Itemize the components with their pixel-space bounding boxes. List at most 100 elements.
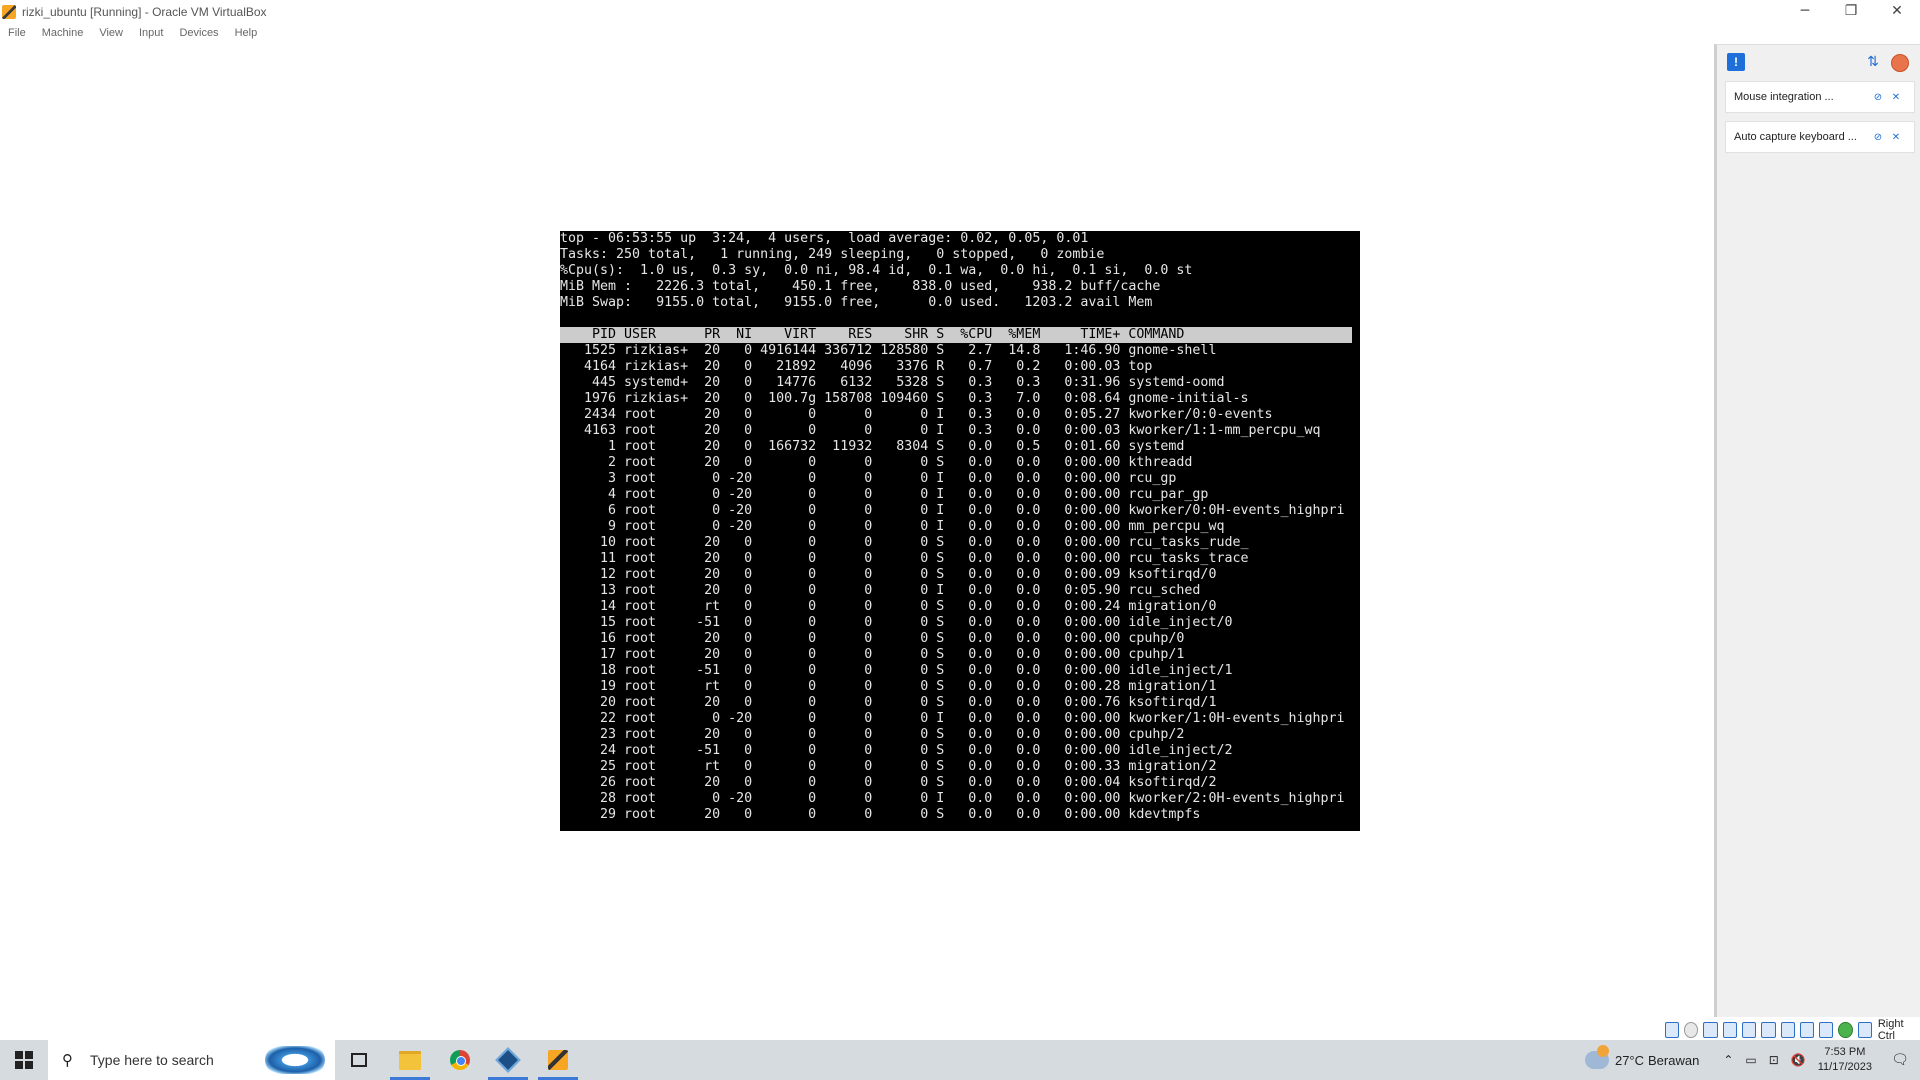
do-not-show-icon[interactable]: ⊘ (1872, 131, 1884, 143)
notification-text: Auto capture keyboard ... (1734, 131, 1857, 143)
recording-icon[interactable] (1799, 1022, 1815, 1038)
window-titlebar[interactable]: rizki_ubuntu [Running] - Oracle VM Virtu… (0, 0, 1920, 24)
search-highlight-image (265, 1046, 325, 1074)
audio-icon[interactable] (1703, 1022, 1718, 1038)
cpu-icon[interactable] (1819, 1022, 1834, 1038)
weather-description[interactable]: Berawan (1648, 1053, 1699, 1068)
search-placeholder: Type here to search (90, 1052, 214, 1068)
display-icon[interactable] (1780, 1022, 1795, 1038)
process-row: 4 root 0 -20 0 0 0 I 0.0 0.0 0:00.00 rcu… (560, 487, 1209, 502)
menu-view[interactable]: View (99, 27, 123, 39)
process-row: 17 root 20 0 0 0 0 S 0.0 0.0 0:00.00 cpu… (560, 647, 1185, 662)
notification-auto-capture-keyboard[interactable]: Auto capture keyboard ... ⊘ ✕ (1725, 121, 1915, 153)
chrome-button[interactable] (436, 1040, 484, 1080)
process-row: 12 root 20 0 0 0 0 S 0.0 0.0 0:00.09 kso… (560, 567, 1217, 582)
process-row: 10 root 20 0 0 0 0 S 0.0 0.0 0:00.00 rcu… (560, 535, 1249, 550)
minimize-button[interactable]: ─ (1782, 0, 1828, 22)
network-tray-icon[interactable]: ⊡ (1769, 1053, 1779, 1067)
menu-bar: File Machine View Input Devices Help (0, 24, 265, 42)
process-row: 445 systemd+ 20 0 14776 6132 5328 S 0.3 … (560, 375, 1225, 390)
vm-status-bar: Right Ctrl (1660, 1018, 1920, 1042)
search-icon: ⚲ (62, 1051, 73, 1069)
window-title: rizki_ubuntu [Running] - Oracle VM Virtu… (22, 5, 267, 19)
process-row: 28 root 0 -20 0 0 0 I 0.0 0.0 0:00.00 kw… (560, 791, 1345, 806)
process-row: 18 root -51 0 0 0 0 S 0.0 0.0 0:00.00 id… (560, 663, 1233, 678)
process-row: 25 root rt 0 0 0 0 S 0.0 0.0 0:00.33 mig… (560, 759, 1217, 774)
task-view-icon (351, 1053, 367, 1067)
process-row: 6 root 0 -20 0 0 0 I 0.0 0.0 0:00.00 kwo… (560, 503, 1345, 518)
process-row: 23 root 20 0 0 0 0 S 0.0 0.0 0:00.00 cpu… (560, 727, 1185, 742)
close-notification-icon[interactable]: ✕ (1890, 91, 1902, 103)
task-view-button[interactable] (335, 1040, 383, 1080)
process-row: 1 root 20 0 166732 11932 8304 S 0.0 0.5 … (560, 439, 1185, 454)
hard-disk-icon[interactable] (1664, 1022, 1680, 1038)
vm-window-button[interactable] (534, 1040, 582, 1080)
notification-center-panel: ! ⇅ Mouse integration ... ⊘ ✕ Auto captu… (1714, 44, 1920, 1017)
process-row: 20 root 20 0 0 0 0 S 0.0 0.0 0:00.76 kso… (560, 695, 1217, 710)
vm-window-icon (548, 1050, 568, 1070)
restore-button[interactable]: ❐ (1828, 0, 1874, 22)
process-list: 1525 rizkias+ 20 0 4916144 336712 128580… (560, 343, 1360, 823)
clock[interactable]: 7:53 PM 11/17/2023 (1818, 1045, 1872, 1075)
volume-muted-icon[interactable]: 🔇 (1791, 1053, 1806, 1067)
process-row: 14 root rt 0 0 0 0 S 0.0 0.0 0:00.24 mig… (560, 599, 1217, 614)
process-row: 4163 root 20 0 0 0 0 I 0.3 0.0 0:00.03 k… (560, 423, 1321, 438)
do-not-show-icon[interactable]: ⊘ (1872, 91, 1884, 103)
notification-text: Mouse integration ... (1734, 91, 1834, 103)
process-row: 2 root 20 0 0 0 0 S 0.0 0.0 0:00.00 kthr… (560, 455, 1193, 470)
notification-mouse-integration[interactable]: Mouse integration ... ⊘ ✕ (1725, 81, 1915, 113)
host-key-label[interactable]: Right Ctrl (1878, 1018, 1918, 1042)
process-row: 24 root -51 0 0 0 0 S 0.0 0.0 0:00.00 id… (560, 743, 1233, 758)
process-row: 2434 root 20 0 0 0 0 I 0.3 0.0 0:05.27 k… (560, 407, 1273, 422)
clock-time: 7:53 PM (1824, 1046, 1866, 1058)
shared-folders-icon[interactable] (1761, 1022, 1776, 1038)
top-summary-swap: MiB Swap: 9155.0 total, 9155.0 free, 0.0… (560, 295, 1153, 310)
guest-terminal[interactable]: top - 06:53:55 up 3:24, 4 users, load av… (560, 231, 1360, 831)
virtualbox-manager-button[interactable] (484, 1040, 532, 1080)
meet-now-icon[interactable]: ▭ (1745, 1053, 1756, 1067)
process-row: 11 root 20 0 0 0 0 S 0.0 0.0 0:00.00 rcu… (560, 551, 1249, 566)
process-row: 1976 rizkias+ 20 0 100.7g 158708 109460 … (560, 391, 1249, 406)
close-notification-icon[interactable]: ✕ (1890, 131, 1902, 143)
weather-temperature[interactable]: 27°C (1615, 1053, 1644, 1068)
dismiss-all-icon[interactable] (1891, 54, 1909, 72)
file-explorer-button[interactable] (386, 1040, 434, 1080)
window-controls: ─ ❐ ✕ (1782, 0, 1920, 22)
action-center-icon[interactable]: 🗨 (1880, 1040, 1920, 1080)
taskbar-search[interactable]: ⚲ Type here to search (48, 1040, 335, 1080)
system-tray: 27°C Berawan ⌃ ▭ ⊡ 🔇 7:53 PM 11/17/2023 … (1584, 1040, 1920, 1080)
windows-taskbar: ⚲ Type here to search 27°C Berawan ⌃ ▭ ⊡… (0, 1040, 1920, 1080)
menu-input[interactable]: Input (139, 27, 163, 39)
process-row: 29 root 20 0 0 0 0 S 0.0 0.0 0:00.00 kde… (560, 807, 1201, 822)
top-summary-tasks: Tasks: 250 total, 1 running, 249 sleepin… (560, 247, 1105, 262)
process-row: 26 root 20 0 0 0 0 S 0.0 0.0 0:00.04 kso… (560, 775, 1217, 790)
process-row: 22 root 0 -20 0 0 0 I 0.0 0.0 0:00.00 kw… (560, 711, 1345, 726)
menu-machine[interactable]: Machine (42, 27, 84, 39)
top-summary-uptime: top - 06:53:55 up 3:24, 4 users, load av… (560, 231, 1089, 246)
close-button[interactable]: ✕ (1874, 0, 1920, 22)
menu-devices[interactable]: Devices (179, 27, 218, 39)
weather-cloud-icon[interactable] (1584, 1045, 1609, 1069)
chevron-up-icon[interactable]: ⌃ (1723, 1053, 1733, 1067)
process-row: 16 root 20 0 0 0 0 S 0.0 0.0 0:00.00 cpu… (560, 631, 1185, 646)
vm-app-icon (2, 5, 16, 19)
panel-toolbar: ! ⇅ (1717, 45, 1920, 79)
folder-icon (399, 1050, 421, 1070)
menu-help[interactable]: Help (235, 27, 258, 39)
process-row: 13 root 20 0 0 0 0 I 0.0 0.0 0:05.90 rcu… (560, 583, 1201, 598)
menu-file[interactable]: File (8, 27, 26, 39)
notification-center-icon[interactable]: ! (1727, 53, 1745, 71)
vt-x-icon[interactable] (1838, 1022, 1853, 1038)
optical-drive-icon[interactable] (1684, 1022, 1699, 1038)
network-icon[interactable] (1722, 1022, 1737, 1038)
top-summary-cpu: %Cpu(s): 1.0 us, 0.3 sy, 0.0 ni, 98.4 id… (560, 263, 1193, 278)
usb-icon[interactable] (1742, 1022, 1757, 1038)
process-row: 1525 rizkias+ 20 0 4916144 336712 128580… (560, 343, 1217, 358)
start-button[interactable] (0, 1040, 48, 1080)
windows-logo-icon (15, 1051, 33, 1069)
process-row: 19 root rt 0 0 0 0 S 0.0 0.0 0:00.28 mig… (560, 679, 1217, 694)
clock-date: 11/17/2023 (1817, 1061, 1872, 1073)
virtualbox-icon (495, 1047, 521, 1073)
mouse-integration-icon[interactable] (1857, 1022, 1872, 1038)
toggle-stack-icon[interactable]: ⇅ (1865, 54, 1881, 70)
